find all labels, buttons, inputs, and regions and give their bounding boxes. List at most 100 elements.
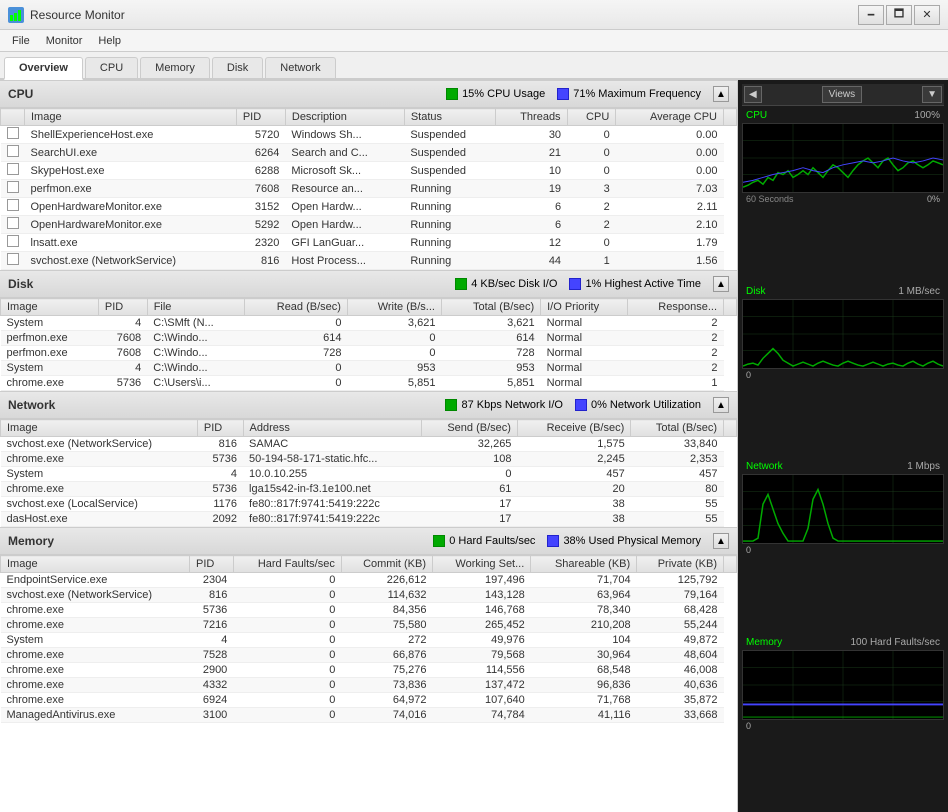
table-row[interactable]: svchost.exe (NetworkService) 816 0 114,6… <box>1 588 737 603</box>
table-row[interactable]: OpenHardwareMonitor.exe 5292 Open Hardw.… <box>1 216 737 234</box>
cpu-col-image[interactable]: Image <box>25 109 237 126</box>
disk-table-container[interactable]: Image PID File Read (B/sec) Write (B/s..… <box>0 298 737 391</box>
disk-collapse-button[interactable]: ▲ <box>713 276 729 292</box>
close-button[interactable]: ✕ <box>914 5 940 25</box>
table-row[interactable]: dasHost.exe 2092 fe80::817f:9741:5419:22… <box>1 512 737 527</box>
cpu-col-description[interactable]: Description <box>285 109 404 126</box>
menu-monitor[interactable]: Monitor <box>38 33 91 49</box>
cpu-row-description: Microsoft Sk... <box>285 162 404 180</box>
network-collapse-button[interactable]: ▲ <box>713 397 729 413</box>
minimize-button[interactable]: 🗕 <box>858 5 884 25</box>
maximize-button[interactable]: 🗖 <box>886 5 912 25</box>
network-col-image[interactable]: Image <box>1 420 198 437</box>
disk-row-pid: 5736 <box>98 376 147 391</box>
disk-col-response[interactable]: Response... <box>628 299 724 316</box>
table-row[interactable]: chrome.exe 5736 C:\Users\i... 0 5,851 5,… <box>1 376 737 391</box>
memory-row-hardfaults: 0 <box>233 678 341 693</box>
table-row[interactable]: SkypeHost.exe 6288 Microsoft Sk... Suspe… <box>1 162 737 180</box>
table-row[interactable]: chrome.exe 4332 0 73,836 137,472 96,836 … <box>1 678 737 693</box>
memory-table-container[interactable]: Image PID Hard Faults/sec Commit (KB) Wo… <box>0 555 737 723</box>
table-row[interactable]: lnsatt.exe 2320 GFI LanGuar... Running 1… <box>1 234 737 252</box>
disk-col-priority[interactable]: I/O Priority <box>541 299 628 316</box>
network-table-container[interactable]: Image PID Address Send (B/sec) Receive (… <box>0 419 737 527</box>
views-button[interactable]: Views <box>822 86 863 103</box>
disk-col-image[interactable]: Image <box>1 299 99 316</box>
tab-overview[interactable]: Overview <box>4 57 83 80</box>
tab-disk[interactable]: Disk <box>212 57 263 78</box>
memory-col-shareable[interactable]: Shareable (KB) <box>531 556 637 573</box>
table-row[interactable]: perfmon.exe 7608 C:\Windo... 728 0 728 N… <box>1 346 737 361</box>
disk-stat1-icon <box>455 278 467 290</box>
memory-col-hardfaults[interactable]: Hard Faults/sec <box>233 556 341 573</box>
main-content: CPU 15% CPU Usage 71% Maximum Frequency … <box>0 80 948 812</box>
cpu-col-threads[interactable]: Threads <box>495 109 567 126</box>
memory-row-workingset: 137,472 <box>433 678 531 693</box>
network-col-send[interactable]: Send (B/sec) <box>422 420 518 437</box>
table-row[interactable]: ShellExperienceHost.exe 5720 Windows Sh.… <box>1 126 737 144</box>
table-row[interactable]: SearchUI.exe 6264 Search and C... Suspen… <box>1 144 737 162</box>
cpu-col-avgcpu[interactable]: Average CPU <box>616 109 724 126</box>
disk-row-write: 0 <box>347 331 441 346</box>
table-row[interactable]: EndpointService.exe 2304 0 226,612 197,4… <box>1 573 737 588</box>
table-row[interactable]: ManagedAntivirus.exe 3100 0 74,016 74,78… <box>1 708 737 723</box>
memory-row-commit: 226,612 <box>341 573 432 588</box>
network-chart-svg <box>743 475 943 543</box>
table-row[interactable]: svchost.exe (NetworkService) 816 SAMAC 3… <box>1 437 737 452</box>
table-row[interactable]: System 4 C:\Windo... 0 953 953 Normal 2 <box>1 361 737 376</box>
tab-network[interactable]: Network <box>265 57 335 78</box>
network-col-total[interactable]: Total (B/sec) <box>631 420 724 437</box>
cpu-col-status[interactable]: Status <box>404 109 495 126</box>
network-col-pid[interactable]: PID <box>197 420 243 437</box>
disk-row-file: C:\Windo... <box>147 361 244 376</box>
memory-col-commit[interactable]: Commit (KB) <box>341 556 432 573</box>
memory-col-image[interactable]: Image <box>1 556 190 573</box>
memory-col-pid[interactable]: PID <box>190 556 234 573</box>
cpu-row-pid: 6264 <box>236 144 285 162</box>
memory-collapse-button[interactable]: ▲ <box>713 533 729 549</box>
network-col-receive[interactable]: Receive (B/sec) <box>517 420 630 437</box>
tab-cpu[interactable]: CPU <box>85 57 138 78</box>
memory-col-private[interactable]: Private (KB) <box>637 556 724 573</box>
memory-row-commit: 114,632 <box>341 588 432 603</box>
memory-row-shareable: 68,548 <box>531 663 637 678</box>
cpu-col-cpu[interactable]: CPU <box>567 109 616 126</box>
disk-col-read[interactable]: Read (B/sec) <box>244 299 347 316</box>
network-row-address: 50-194-58-171-static.hfc... <box>243 452 422 467</box>
menu-help[interactable]: Help <box>90 33 129 49</box>
menu-file[interactable]: File <box>4 33 38 49</box>
table-row[interactable]: perfmon.exe 7608 C:\Windo... 614 0 614 N… <box>1 331 737 346</box>
table-row[interactable]: chrome.exe 5736 50-194-58-171-static.hfc… <box>1 452 737 467</box>
cpu-col-pid[interactable]: PID <box>236 109 285 126</box>
table-row[interactable]: chrome.exe 2900 0 75,276 114,556 68,548 … <box>1 663 737 678</box>
table-row[interactable]: svchost.exe (NetworkService) 816 Host Pr… <box>1 252 737 270</box>
table-row[interactable]: System 4 0 272 49,976 104 49,872 <box>1 633 737 648</box>
table-row[interactable]: chrome.exe 7528 0 66,876 79,568 30,964 4… <box>1 648 737 663</box>
table-row[interactable]: System 4 10.0.10.255 0 457 457 <box>1 467 737 482</box>
table-row[interactable]: svchost.exe (LocalService) 1176 fe80::81… <box>1 497 737 512</box>
table-row[interactable]: perfmon.exe 7608 Resource an... Running … <box>1 180 737 198</box>
disk-col-total[interactable]: Total (B/sec) <box>441 299 540 316</box>
disk-table: Image PID File Read (B/sec) Write (B/s..… <box>0 298 737 391</box>
memory-col-workingset[interactable]: Working Set... <box>433 556 531 573</box>
cpu-table-container[interactable]: Image PID Description Status Threads CPU… <box>0 108 737 270</box>
views-dropdown-button[interactable]: ▼ <box>922 86 942 103</box>
cpu-row-description: GFI LanGuar... <box>285 234 404 252</box>
cpu-collapse-button[interactable]: ▲ <box>713 86 729 102</box>
disk-col-pid[interactable]: PID <box>98 299 147 316</box>
table-row[interactable]: chrome.exe 7216 0 75,580 265,452 210,208… <box>1 618 737 633</box>
table-row[interactable]: chrome.exe 5736 0 84,356 146,768 78,340 … <box>1 603 737 618</box>
cpu-row-image: svchost.exe (NetworkService) <box>25 252 237 270</box>
network-col-address[interactable]: Address <box>243 420 422 437</box>
cpu-row-threads: 10 <box>495 162 567 180</box>
memory-scroll-col <box>724 556 737 573</box>
right-panel-back-button[interactable]: ◀ <box>744 86 762 103</box>
table-row[interactable]: OpenHardwareMonitor.exe 3152 Open Hardw.… <box>1 198 737 216</box>
table-row[interactable]: chrome.exe 5736 lga15s42-in-f3.1e100.net… <box>1 482 737 497</box>
table-row[interactable]: System 4 C:\SMft (N... 0 3,621 3,621 Nor… <box>1 316 737 331</box>
tab-memory[interactable]: Memory <box>140 57 210 78</box>
disk-col-file[interactable]: File <box>147 299 244 316</box>
cpu-row-status: Running <box>404 180 495 198</box>
disk-col-write[interactable]: Write (B/s... <box>347 299 441 316</box>
table-row[interactable]: chrome.exe 6924 0 64,972 107,640 71,768 … <box>1 693 737 708</box>
memory-graph-header: Memory 100 Hard Faults/sec <box>742 635 944 650</box>
